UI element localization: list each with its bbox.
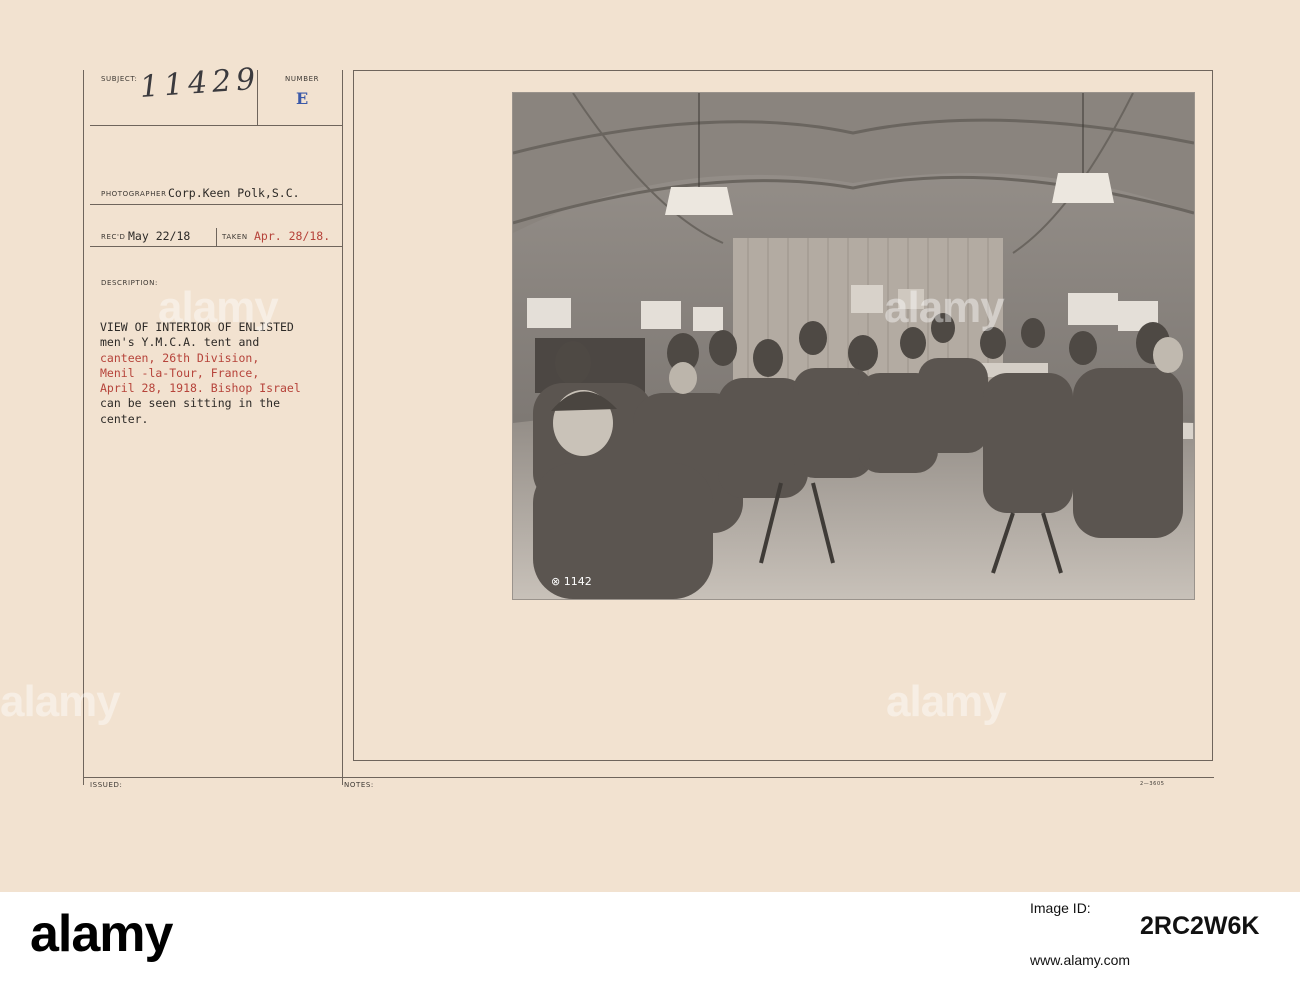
number-label: NUMBER bbox=[285, 75, 320, 83]
photo-frame-right bbox=[1212, 70, 1213, 760]
archival-photograph: ⊗ 1142 bbox=[513, 93, 1194, 599]
description-label: DESCRIPTION: bbox=[101, 279, 158, 287]
watermark: alamy bbox=[0, 677, 121, 726]
subject-label: SUBJECT: bbox=[101, 75, 138, 83]
stock-footer: alamy Image ID: 2RC2W6K www.alamy.com bbox=[0, 892, 1300, 981]
description-line: canteen, 26th Division, bbox=[100, 350, 260, 365]
watermark: alamy bbox=[158, 283, 279, 332]
image-id: 2RC2W6K bbox=[1140, 912, 1260, 940]
watermark: alamy bbox=[886, 677, 1007, 726]
recd-label: REC'D bbox=[101, 233, 126, 241]
notes-label: NOTES: bbox=[344, 781, 374, 789]
tent-interior-image: ⊗ 1142 bbox=[513, 93, 1194, 599]
form-code: 2—3605 bbox=[1140, 781, 1165, 787]
description-line: men's Y.M.C.A. tent and bbox=[100, 335, 260, 350]
photographer-rule bbox=[90, 204, 342, 205]
photo-frame-bottom bbox=[353, 760, 1213, 761]
alamy-logo: alamy bbox=[30, 905, 173, 963]
taken-label: TAKEN bbox=[222, 233, 248, 241]
negative-number: ⊗ 1142 bbox=[551, 575, 592, 588]
taken-value: Apr. 28/18. bbox=[254, 229, 331, 243]
description-line: April 28, 1918. Bishop Israel bbox=[100, 381, 301, 396]
description-line: Menil -la-Tour, France, bbox=[100, 365, 260, 380]
dates-divider bbox=[216, 228, 217, 246]
site-url: www.alamy.com bbox=[1030, 952, 1131, 968]
description-line: can be seen sitting in the bbox=[100, 396, 281, 411]
description-line: center. bbox=[100, 411, 149, 426]
column-divider bbox=[342, 70, 343, 785]
issued-label: ISSUED: bbox=[90, 781, 123, 789]
number-stamp: E bbox=[296, 89, 309, 108]
watermark: alamy bbox=[884, 283, 1005, 332]
photo-frame-top bbox=[353, 70, 1213, 71]
notes-rule bbox=[84, 777, 1214, 778]
recd-value: May 22/18 bbox=[128, 229, 191, 243]
description-text: VIEW OF INTERIOR OF ENLISTED men's Y.M.C.… bbox=[100, 320, 350, 427]
top-field-rule bbox=[90, 125, 342, 126]
subject-number: 11429 bbox=[138, 61, 262, 105]
photographer-label: PHOTOGRAPHER bbox=[101, 190, 167, 198]
record-card: SUBJECT: 11429 NUMBER E PHOTOGRAPHER Cor… bbox=[0, 0, 1300, 892]
dates-rule bbox=[90, 246, 342, 247]
photo-frame-left bbox=[353, 70, 354, 760]
image-id-label: Image ID: bbox=[1030, 900, 1091, 916]
photographer-value: Corp.Keen Polk,S.C. bbox=[168, 186, 300, 200]
